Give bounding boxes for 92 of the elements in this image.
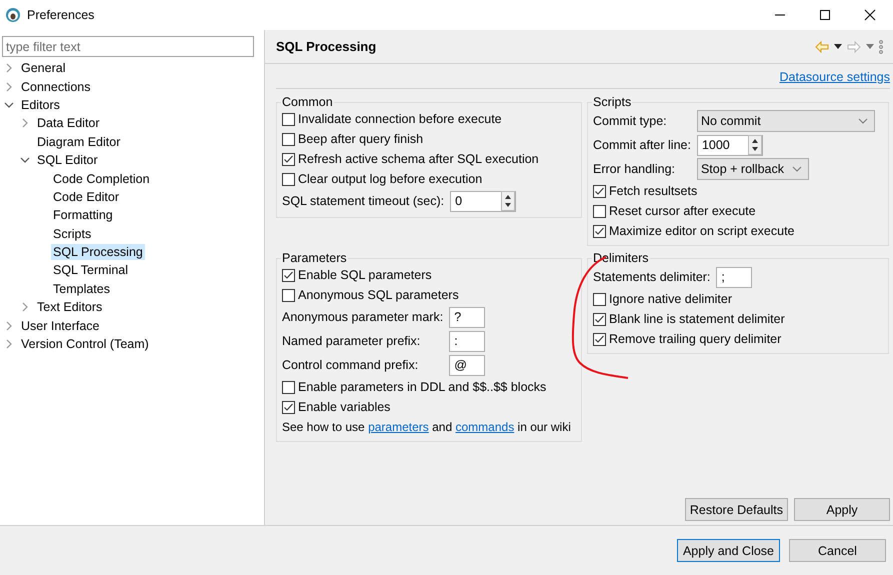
collapsed-caret-icon[interactable] xyxy=(4,63,14,74)
tree-item[interactable]: User Interface xyxy=(19,318,102,334)
tree-item[interactable]: SQL Processing xyxy=(51,244,145,260)
collapsed-caret-icon[interactable] xyxy=(4,320,14,331)
tree-item[interactable]: Code Completion xyxy=(51,170,152,187)
checkbox-label[interactable]: Enable variables xyxy=(298,400,390,414)
checkbox[interactable] xyxy=(593,312,606,326)
checkbox[interactable] xyxy=(593,292,606,306)
collapsed-caret-icon[interactable] xyxy=(20,118,30,128)
checkbox-label[interactable]: Anonymous SQL parameters xyxy=(298,288,459,302)
checkbox[interactable] xyxy=(282,172,295,186)
more-options-icon[interactable] xyxy=(879,40,883,54)
checkbox[interactable] xyxy=(593,224,606,238)
tree-item[interactable]: SQL Editor xyxy=(35,152,100,168)
checkbox[interactable] xyxy=(593,184,606,198)
collapsed-caret-icon[interactable] xyxy=(4,339,14,350)
tree-item[interactable]: SQL Terminal xyxy=(51,262,130,278)
tree-item[interactable]: Connections xyxy=(19,78,92,95)
checkbox-label[interactable]: Invalidate connection before execute xyxy=(298,112,502,126)
spinner-field[interactable]: 1000 xyxy=(696,134,763,156)
maximize-icon[interactable] xyxy=(819,9,831,21)
field-label: Commit type: xyxy=(593,113,668,130)
group-title: Scripts xyxy=(592,95,632,109)
checkbox-label[interactable]: Beep after query finish xyxy=(298,132,424,146)
group-title: Common xyxy=(281,95,334,109)
tree-item[interactable]: Code Editor xyxy=(51,188,122,205)
tree-item[interactable]: Data Editor xyxy=(35,115,102,132)
tree-item[interactable]: Editors xyxy=(19,96,62,113)
wiki-link[interactable]: commands xyxy=(456,420,514,434)
field-label: Control command prefix: xyxy=(282,357,420,374)
checkbox-label[interactable]: Clear output log before execution xyxy=(298,172,482,186)
filter-field[interactable]: type filter text xyxy=(2,36,254,57)
checkbox-label[interactable]: Reset cursor after execute xyxy=(609,204,756,218)
field-label: Anonymous parameter mark: xyxy=(282,309,444,326)
restore-defaults-button[interactable]: Restore Defaults xyxy=(684,498,788,521)
checkbox[interactable] xyxy=(282,288,295,302)
wiki-link[interactable]: parameters xyxy=(368,420,429,434)
field-label: Commit after line: xyxy=(593,137,691,154)
spinner-arrows-icon[interactable] xyxy=(501,191,516,211)
field-label: SQL statement timeout (sec): xyxy=(282,193,444,210)
tree-item[interactable]: Version Control (Team) xyxy=(19,336,151,352)
checkbox[interactable] xyxy=(282,152,295,166)
window-title: Preferences xyxy=(27,8,94,22)
chevron-down-icon xyxy=(792,166,802,172)
dialog-button[interactable]: Apply and Close xyxy=(676,539,780,562)
text-field[interactable]: : xyxy=(449,330,486,352)
tree-item[interactable]: Templates xyxy=(51,280,112,297)
help-text: See how to use parameters and commands in our wiki xyxy=(282,419,571,436)
close-icon[interactable] xyxy=(864,9,876,21)
checkbox[interactable] xyxy=(282,112,295,126)
dropdown[interactable]: Stop + rollback xyxy=(696,158,809,180)
tree-item[interactable]: General xyxy=(19,60,68,76)
checkbox-label[interactable]: Blank line is statement delimiter xyxy=(609,312,785,326)
checkbox-label[interactable]: Fetch resultsets xyxy=(609,184,698,198)
checkbox[interactable] xyxy=(282,268,295,282)
chevron-down-icon xyxy=(858,118,868,124)
field-label: Named parameter prefix: xyxy=(282,333,422,350)
expanded-caret-icon[interactable] xyxy=(4,100,14,110)
text-field[interactable]: @ xyxy=(449,354,486,376)
tree-item[interactable]: Formatting xyxy=(51,207,115,224)
checkbox[interactable] xyxy=(282,380,295,394)
dialog-button[interactable]: Cancel xyxy=(789,539,886,562)
dropdown[interactable]: No commit xyxy=(696,110,875,132)
group-title: Delimiters xyxy=(592,251,650,265)
collapsed-caret-icon[interactable] xyxy=(20,302,30,312)
apply-button[interactable]: Apply xyxy=(794,498,890,521)
checkbox-label[interactable]: Enable parameters in DDL and $$..$$ blocks xyxy=(298,380,546,394)
checkbox[interactable] xyxy=(282,400,295,414)
field-label: Statements delimiter: xyxy=(593,269,710,286)
expanded-caret-icon[interactable] xyxy=(20,155,30,166)
page-title: SQL Processing xyxy=(276,39,376,54)
spinner-field[interactable]: 0 xyxy=(450,190,516,212)
checkbox-label[interactable]: Ignore native delimiter xyxy=(609,292,732,306)
tree-item[interactable]: Diagram Editor xyxy=(35,134,122,150)
checkbox-label[interactable]: Refresh active schema after SQL execution xyxy=(298,152,539,166)
checkbox-label[interactable]: Maximize editor on script execute xyxy=(609,224,794,238)
text-field[interactable]: ; xyxy=(716,266,752,288)
text-field[interactable]: ? xyxy=(449,306,486,328)
collapsed-caret-icon[interactable] xyxy=(4,82,14,92)
app-icon xyxy=(5,7,21,23)
tree-item[interactable]: Text Editors xyxy=(35,299,104,316)
checkbox-label[interactable]: Enable SQL parameters xyxy=(298,268,432,282)
checkbox-label[interactable]: Remove trailing query delimiter xyxy=(609,332,782,346)
tree-item[interactable]: Scripts xyxy=(51,226,94,242)
checkbox[interactable] xyxy=(282,132,295,146)
datasource-settings-link[interactable]: Datasource settings xyxy=(780,70,890,84)
dropdown-arrow-icon[interactable] xyxy=(834,44,842,49)
checkbox[interactable] xyxy=(593,204,606,218)
checkbox[interactable] xyxy=(593,332,606,346)
group-title: Parameters xyxy=(281,251,348,265)
spinner-arrows-icon[interactable] xyxy=(748,135,762,155)
field-label: Error handling: xyxy=(593,161,676,178)
